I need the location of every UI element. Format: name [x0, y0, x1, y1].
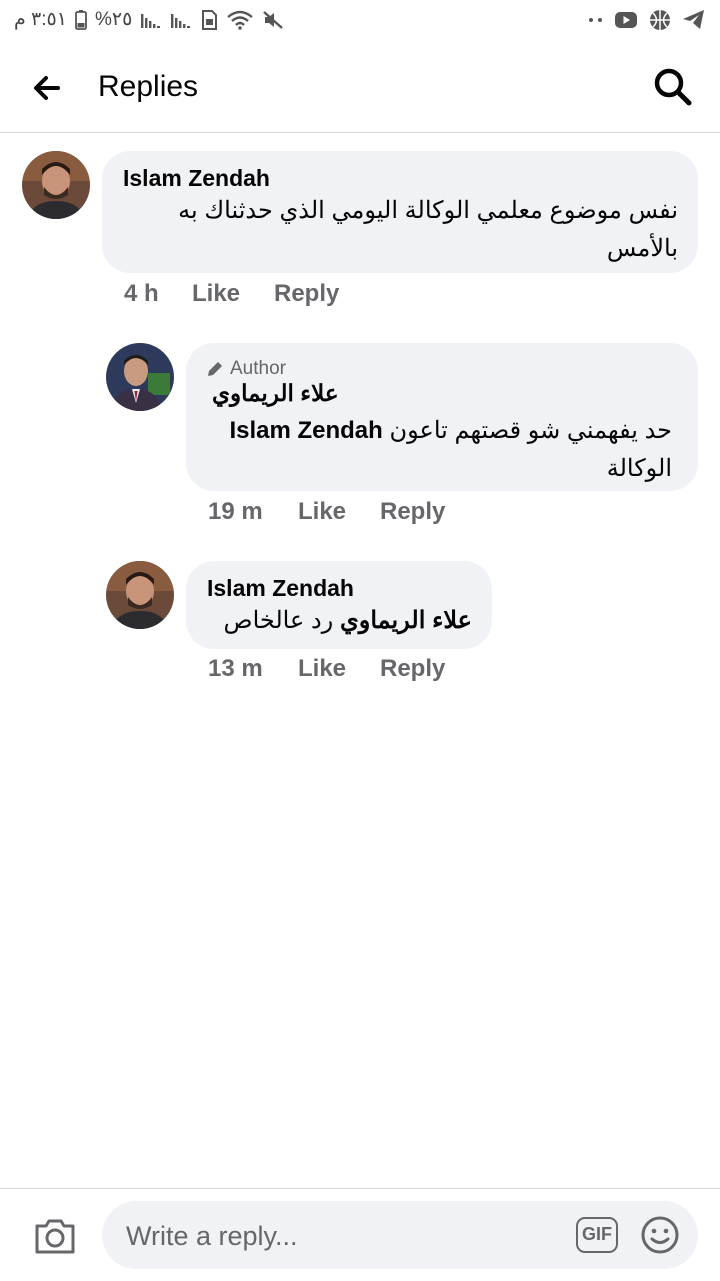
comment-time: 4 h — [124, 280, 159, 307]
gif-button[interactable]: GIF — [576, 1217, 618, 1253]
avatar-islam-zendah[interactable] — [22, 151, 90, 219]
battery-percent: %٢٥ — [94, 9, 133, 30]
mention-alaa-alrimawi[interactable]: علاء الريماوي — [340, 607, 472, 634]
signal-icon-1 — [141, 13, 161, 28]
avatar-alaa-alrimawi[interactable] — [106, 343, 174, 411]
telegram-icon — [683, 10, 704, 29]
camera-icon[interactable] — [32, 1213, 78, 1259]
avatar-image — [22, 151, 90, 219]
comment-text-body: رد عالخاص — [223, 607, 334, 634]
reply-composer: GIF — [0, 1188, 720, 1281]
battery-icon — [75, 9, 87, 30]
comment-actions: 13 m Like Reply — [208, 655, 445, 683]
status-time: ٣:٥١ م — [14, 9, 67, 30]
reply-button[interactable]: Reply — [274, 280, 339, 308]
status-bar: ٣:٥١ م %٢٥ — [0, 0, 720, 44]
comment-text: حد يفهمني شو قصتهم تاعون Islam Zendah ال… — [206, 412, 672, 488]
avatar-islam-zendah[interactable] — [106, 561, 174, 629]
comment-text: علاء الريماوي رد عالخاص — [206, 602, 472, 640]
reply-box: GIF — [102, 1201, 698, 1271]
sim-card-icon — [202, 9, 218, 30]
back-arrow-icon[interactable] — [28, 68, 68, 108]
comment-actions: 4 h Like Reply — [124, 280, 339, 308]
basketball-icon — [650, 10, 670, 30]
signal-icon-2 — [171, 13, 191, 28]
status-right — [588, 8, 706, 32]
mention-islam-zendah[interactable]: Islam Zendah — [229, 417, 382, 444]
comment-author[interactable]: Islam Zendah — [123, 165, 270, 192]
page-title: Replies — [98, 70, 199, 103]
mute-icon — [263, 10, 284, 29]
comment-bubble[interactable]: Islam Zendah علاء الريماوي رد عالخاص — [186, 561, 492, 649]
comment-bubble[interactable]: Author علاء الريماوي حد يفهمني شو قصتهم … — [186, 343, 698, 491]
search-icon[interactable] — [652, 66, 694, 108]
more-dots-icon — [589, 18, 602, 22]
like-button[interactable]: Like — [298, 498, 380, 526]
comment-text-suffix: الوكالة — [606, 455, 672, 482]
pencil-icon — [208, 362, 222, 376]
youtube-icon — [615, 12, 637, 28]
author-badge-label: Author — [230, 358, 286, 379]
like-button[interactable]: Like — [192, 280, 274, 308]
header: Replies — [0, 44, 720, 133]
reply-button[interactable]: Reply — [380, 498, 445, 526]
wifi-icon — [227, 10, 254, 30]
comment-time: 19 m — [208, 498, 263, 525]
like-button[interactable]: Like — [298, 655, 380, 683]
comment-actions: 19 m Like Reply — [208, 498, 445, 526]
comment-author[interactable]: Islam Zendah — [207, 575, 354, 602]
comment-time: 13 m — [208, 655, 263, 682]
comment-text: نفس موضوع معلمي الوكالة اليومي الذي حدثن… — [178, 197, 678, 262]
comment-text-prefix: حد يفهمني شو قصتهم تاعون — [389, 417, 672, 444]
author-badge: Author — [206, 358, 286, 380]
avatar-image — [106, 343, 174, 411]
reply-input[interactable] — [124, 1201, 568, 1271]
emoji-icon[interactable] — [640, 1215, 680, 1255]
reply-button[interactable]: Reply — [380, 655, 445, 683]
avatar-image — [106, 561, 174, 629]
status-left: ٣:٥١ م %٢٥ — [14, 8, 284, 31]
comment-author[interactable]: علاء الريماوي — [212, 380, 339, 407]
comment-bubble[interactable]: Islam Zendah نفس موضوع معلمي الوكالة الي… — [102, 151, 698, 273]
